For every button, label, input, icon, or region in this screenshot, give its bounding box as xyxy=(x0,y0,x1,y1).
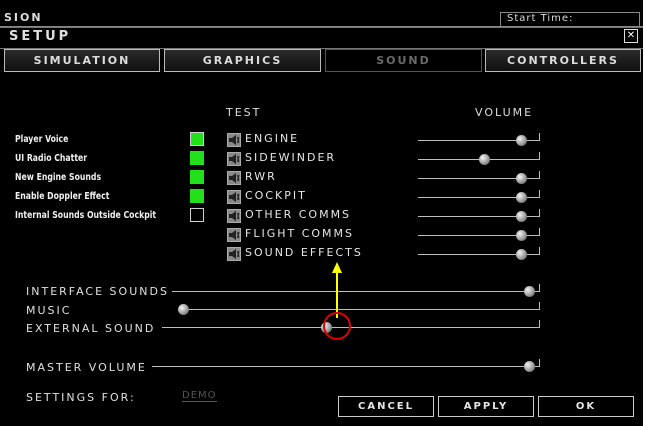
annotation-arrow-head xyxy=(332,262,342,273)
setup-window: SION Start Time: SETUP ✕ SIMULATION GRAP… xyxy=(0,0,643,426)
annotation-overlay xyxy=(323,262,351,340)
